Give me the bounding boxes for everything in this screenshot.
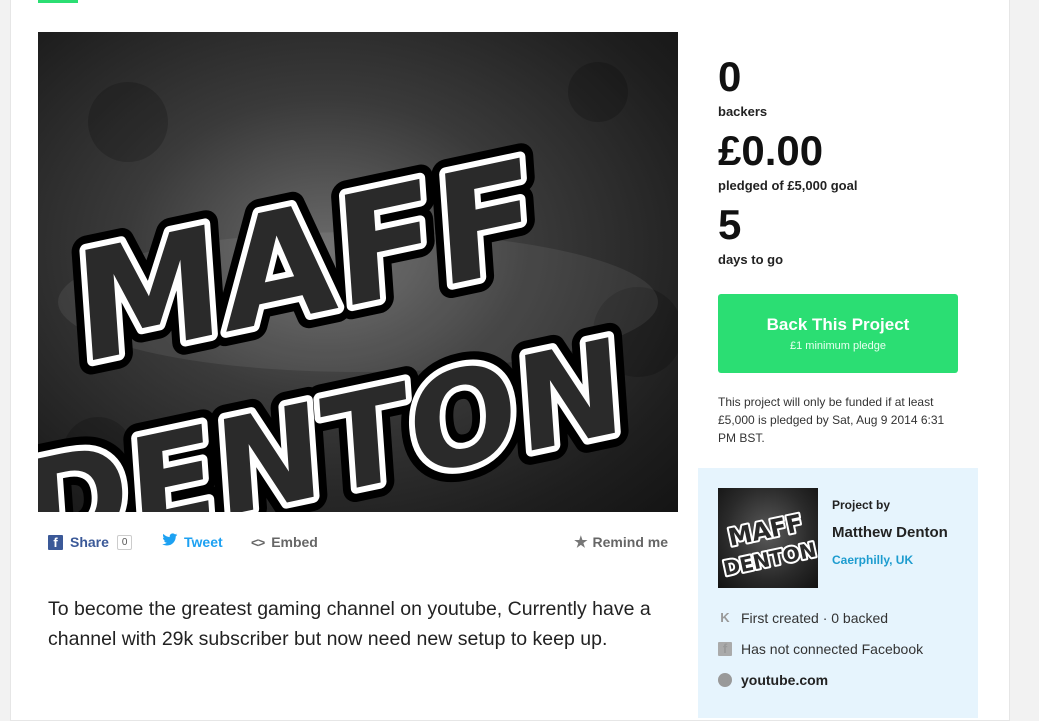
creator-facebook-text: Has not connected Facebook <box>741 641 924 657</box>
days-to-go-label: days to go <box>718 252 784 267</box>
creator-website-row: ● youtube.com <box>718 672 828 688</box>
creator-avatar-logo: MAFF MAFF DENTON DENTON <box>719 507 818 583</box>
facebook-share-count: 0 <box>116 534 133 550</box>
project-by-label: Project by <box>832 498 891 512</box>
remind-me-label: Remind me <box>592 534 668 550</box>
days-to-go-count: 5 <box>718 201 742 248</box>
creator-facebook-row: f Has not connected Facebook <box>718 641 923 657</box>
creator-panel: MAFF MAFF DENTON DENTON Project by Matth… <box>698 468 978 718</box>
project-blurb: To become the greatest gaming channel on… <box>48 598 651 650</box>
facebook-share-label: Share <box>70 534 109 550</box>
facebook-share-button[interactable]: f Share 0 <box>48 530 133 554</box>
embed-button[interactable]: <> Embed <box>251 530 318 554</box>
tweet-button[interactable]: Tweet <box>162 530 223 554</box>
back-this-project-button[interactable]: Back This Project £1 minimum pledge <box>718 294 958 373</box>
back-button-label: Back This Project <box>766 315 910 334</box>
remind-me-button[interactable]: ★ Remind me <box>574 530 668 554</box>
kickstarter-k-icon: K <box>720 610 730 625</box>
backers-count: 0 <box>718 53 742 100</box>
creator-history-row: K First created · 0 backed <box>718 610 888 626</box>
creator-avatar[interactable]: MAFF MAFF DENTON DENTON <box>718 488 818 588</box>
code-brackets-icon: <> <box>251 534 265 550</box>
globe-icon: ● <box>718 673 732 687</box>
minimum-pledge-label: £1 minimum pledge <box>790 340 886 352</box>
project-hero-image[interactable]: MAFF MAFF MAFF DENTON DENTON DENTON <box>38 32 678 512</box>
backers-label: backers <box>718 104 768 119</box>
creator-location-link[interactable]: Caerphilly, UK <box>832 553 913 567</box>
maff-denton-logo: MAFF MAFF MAFF DENTON DENTON DENTON <box>38 62 678 512</box>
star-icon: ★ <box>574 534 588 551</box>
funding-deadline-note: This project will only be funded if at l… <box>718 395 945 445</box>
active-tab-indicator <box>38 0 78 3</box>
creator-website-link[interactable]: youtube.com <box>741 672 828 688</box>
creator-history-text: First created · 0 backed <box>741 610 889 626</box>
pledged-amount: £0.00 <box>718 127 824 174</box>
pledged-goal-label: pledged of £5,000 goal <box>718 178 858 193</box>
twitter-bird-icon <box>162 533 178 551</box>
embed-label: Embed <box>271 534 318 550</box>
facebook-icon: f <box>718 642 732 656</box>
facebook-icon: f <box>48 534 63 550</box>
creator-name-link[interactable]: Matthew Denton <box>832 524 948 541</box>
share-bar: f Share 0 Tweet <> Embed ★ Remind me <box>48 530 668 554</box>
tweet-label: Tweet <box>184 534 223 550</box>
